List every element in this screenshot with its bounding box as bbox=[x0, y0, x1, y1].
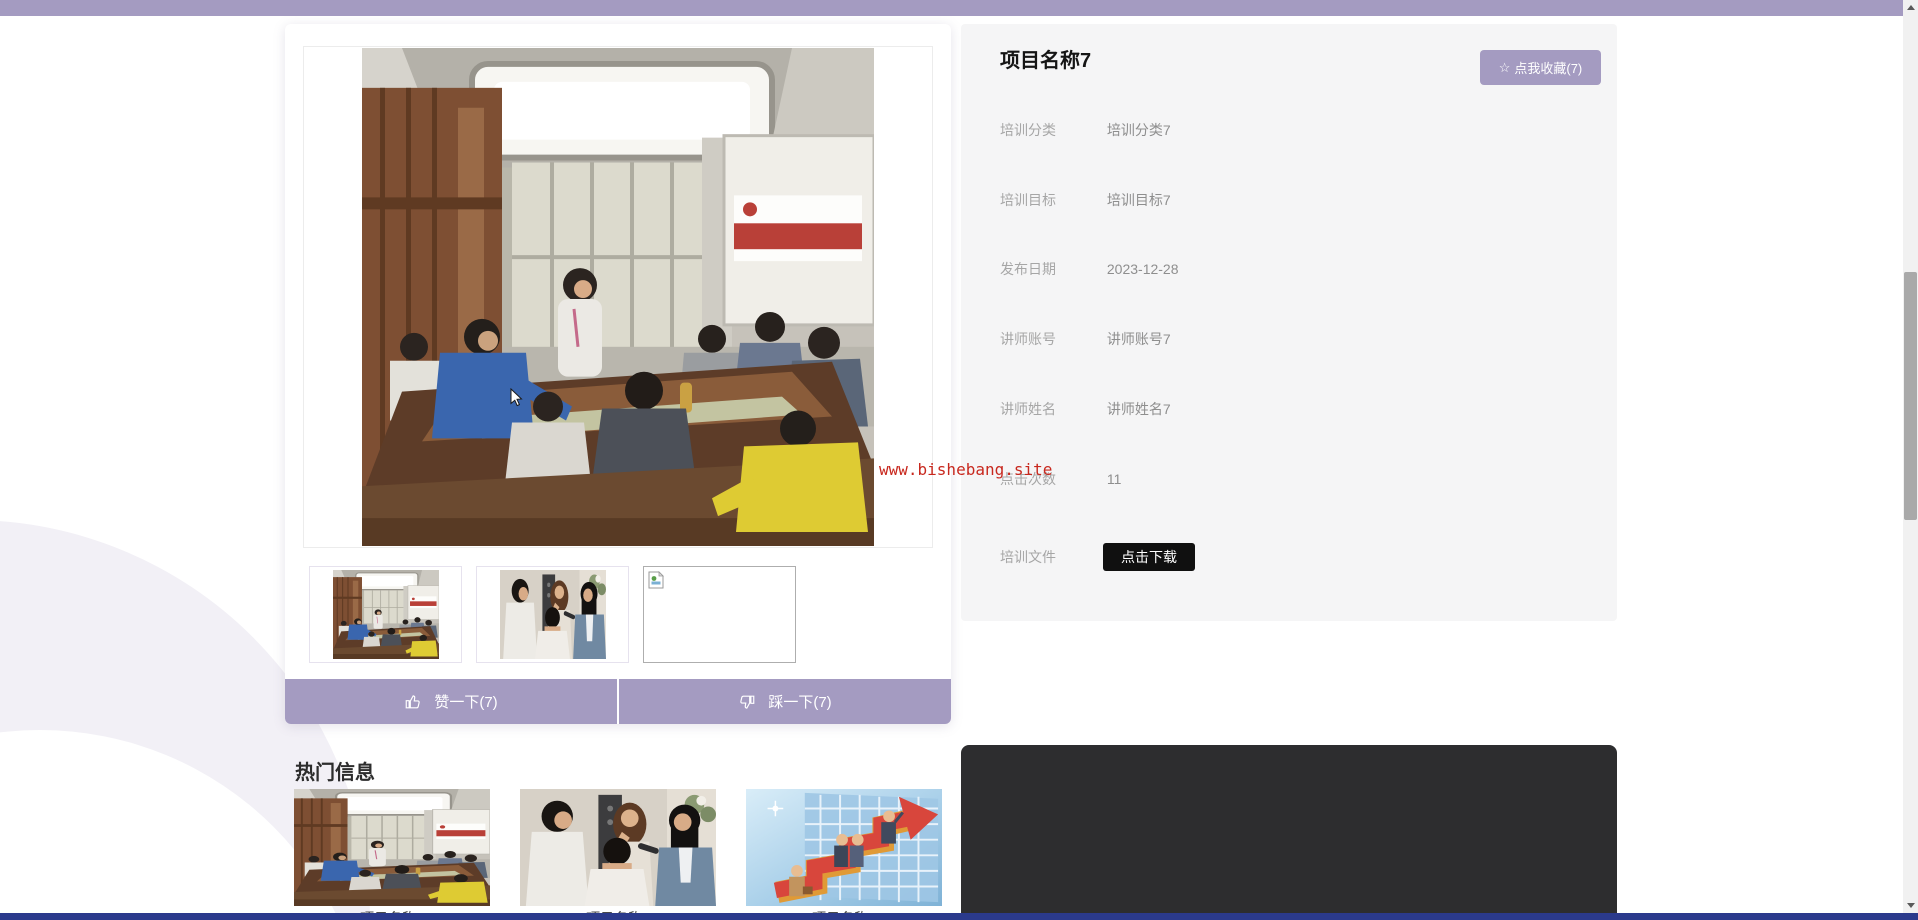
gallery-card: 赞一下(7) 踩一下(7) bbox=[285, 24, 951, 724]
favorite-label: 点我收藏(7) bbox=[1514, 61, 1583, 76]
detail-row-date: 发布日期 2023-12-28 bbox=[1000, 260, 1179, 278]
like-label: 赞一下(7) bbox=[434, 694, 498, 711]
dislike-button[interactable]: 踩一下(7) bbox=[619, 679, 951, 724]
detail-value: 培训分类7 bbox=[1106, 122, 1171, 138]
detail-label: 发布日期 bbox=[1000, 261, 1056, 277]
detail-label: 培训分类 bbox=[1000, 122, 1056, 138]
vote-row: 赞一下(7) 踩一下(7) bbox=[285, 679, 951, 724]
thumbnail-2-image bbox=[500, 570, 606, 659]
detail-value: 11 bbox=[1106, 471, 1122, 487]
hot-item-1[interactable]: 项目名称7 bbox=[294, 789, 490, 920]
star-icon: ☆ bbox=[1498, 59, 1511, 75]
hot-item-1-image bbox=[294, 789, 490, 906]
thumbnail-2[interactable] bbox=[476, 566, 629, 663]
project-title: 项目名称7 bbox=[1000, 50, 1092, 72]
hot-item-2-image bbox=[520, 789, 716, 906]
thumbs-up-icon bbox=[404, 693, 422, 711]
detail-value: 讲师姓名7 bbox=[1106, 401, 1171, 417]
detail-label: 培训目标 bbox=[1000, 192, 1056, 208]
scrollbar[interactable] bbox=[1903, 0, 1918, 913]
favorite-button[interactable]: ☆ 点我收藏(7) bbox=[1480, 50, 1601, 85]
comments-panel bbox=[961, 745, 1617, 920]
main-image-frame bbox=[303, 46, 933, 548]
hot-section-heading: 热门信息 bbox=[295, 762, 375, 784]
detail-value: 培训目标7 bbox=[1106, 192, 1171, 208]
dislike-label: 踩一下(7) bbox=[768, 694, 832, 711]
detail-row-lecturer-name: 讲师姓名 讲师姓名7 bbox=[1000, 400, 1171, 418]
detail-row-file: 培训文件 点击下载 bbox=[1000, 540, 1195, 574]
scroll-up-icon[interactable] bbox=[1903, 0, 1918, 15]
detail-label: 讲师姓名 bbox=[1000, 401, 1056, 417]
thumbs-down-icon bbox=[738, 693, 756, 711]
detail-value: 2023-12-28 bbox=[1106, 261, 1179, 277]
detail-label: 讲师账号 bbox=[1000, 331, 1056, 347]
watermark: www.bishebang.site bbox=[879, 460, 1053, 479]
thumbnail-3[interactable] bbox=[643, 566, 796, 663]
detail-label: 培训文件 bbox=[1000, 549, 1056, 565]
detail-value: 讲师账号7 bbox=[1106, 331, 1171, 347]
footer-bar bbox=[0, 913, 1918, 920]
broken-image-icon bbox=[648, 571, 666, 589]
thumbnail-1[interactable] bbox=[309, 566, 462, 663]
detail-row-goal: 培训目标 培训目标7 bbox=[1000, 191, 1171, 209]
top-bar bbox=[0, 0, 1903, 16]
scroll-down-icon[interactable] bbox=[1903, 898, 1918, 913]
hot-item-3-image bbox=[746, 789, 942, 906]
hot-item-3[interactable]: 项目名称6 bbox=[746, 789, 942, 920]
page: 赞一下(7) 踩一下(7) 项目名称7 ☆ 点我收藏(7) 培训分类 培训分类7… bbox=[0, 0, 1918, 920]
details-panel: 项目名称7 ☆ 点我收藏(7) 培训分类 培训分类7 培训目标 培训目标7 发布… bbox=[961, 24, 1617, 621]
hot-item-2[interactable]: 项目名称8 bbox=[520, 789, 716, 920]
like-button[interactable]: 赞一下(7) bbox=[285, 679, 617, 724]
thumbnail-1-image bbox=[333, 570, 439, 659]
main-photo bbox=[362, 48, 874, 546]
detail-row-lecturer-account: 讲师账号 讲师账号7 bbox=[1000, 330, 1171, 348]
download-button[interactable]: 点击下载 bbox=[1103, 543, 1195, 571]
detail-row-category: 培训分类 培训分类7 bbox=[1000, 121, 1171, 139]
scroll-thumb[interactable] bbox=[1904, 272, 1917, 520]
thumbnail-strip bbox=[309, 566, 927, 663]
